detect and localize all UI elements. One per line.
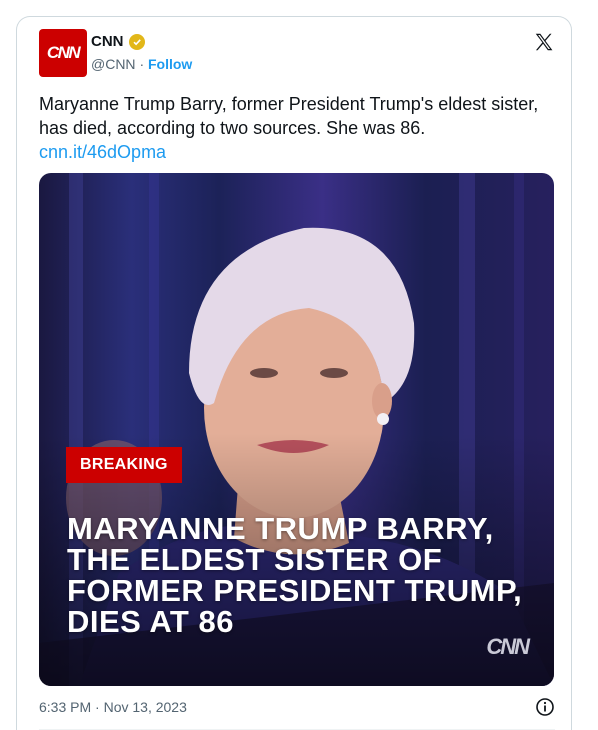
tweet-timestamp[interactable]: 6:33 PM · Nov 13, 2023 [39, 699, 187, 715]
tweet-card: CNN CNN @CNN · Follow Maryanne Trump Bar… [16, 16, 572, 730]
verified-badge-icon [128, 33, 145, 50]
account-handle[interactable]: @CNN [91, 56, 136, 72]
cnn-watermark: CNN [486, 634, 530, 659]
tweet-link[interactable]: cnn.it/46dOpma [39, 140, 549, 164]
account-name[interactable]: CNN [91, 33, 124, 50]
separator-dot: · [139, 56, 145, 72]
info-icon[interactable] [535, 697, 555, 717]
tweet-text-block: Maryanne Trump Barry, former President T… [39, 92, 549, 164]
tweet-text: Maryanne Trump Barry, former President T… [39, 94, 539, 138]
avatar-logo: CNN [46, 43, 81, 62]
tweet-media[interactable]: BREAKING MARYANNE TRUMP BARRY, THE ELDES… [39, 173, 554, 686]
media-headline: MARYANNE TRUMP BARRY, THE ELDEST SISTER … [67, 511, 523, 639]
avatar[interactable]: CNN [39, 29, 87, 77]
follow-button[interactable]: Follow [148, 56, 192, 72]
account-name-row: CNN [91, 33, 145, 50]
x-logo-icon[interactable] [533, 31, 555, 53]
handle-row: @CNN · Follow [91, 56, 192, 72]
breaking-badge: BREAKING [66, 447, 182, 483]
